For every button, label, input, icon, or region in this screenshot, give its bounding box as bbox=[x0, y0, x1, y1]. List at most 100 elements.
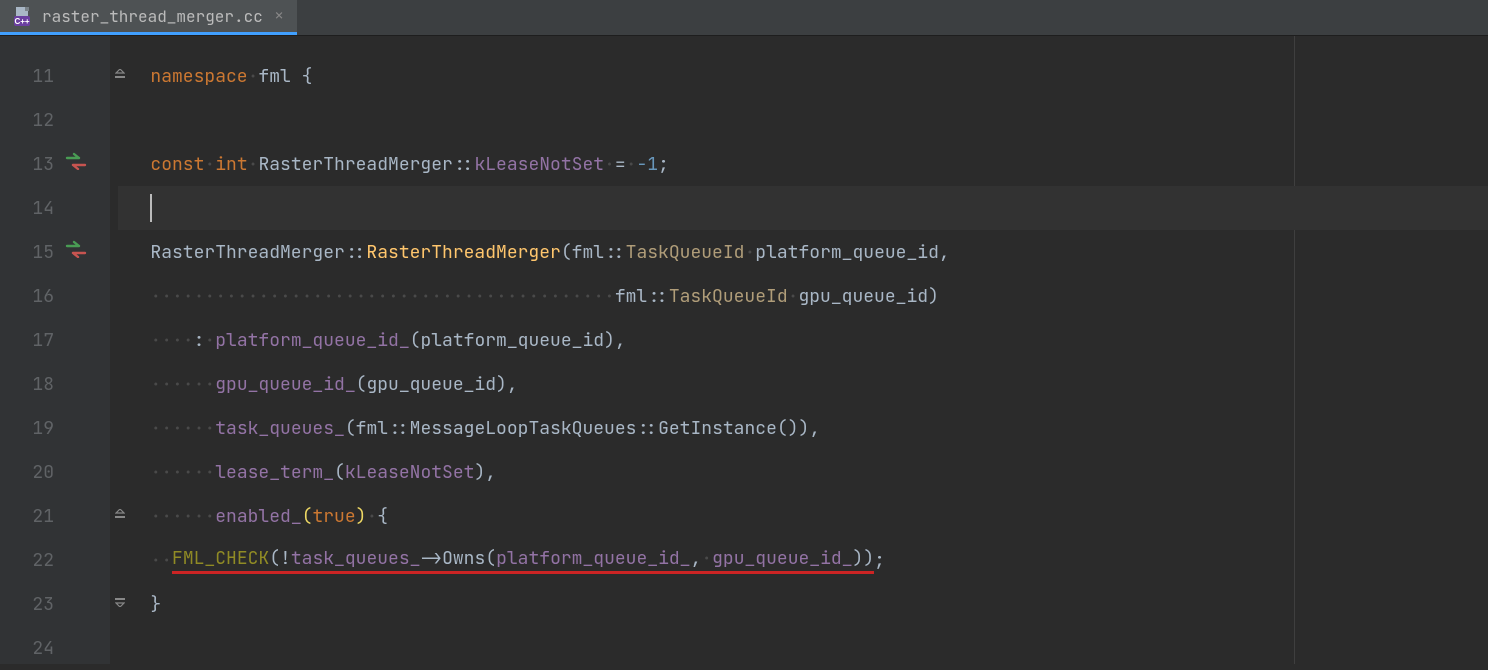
code-token: ·· bbox=[150, 549, 172, 572]
gutter-row[interactable]: 20 bbox=[0, 450, 110, 494]
code-line[interactable] bbox=[118, 98, 1488, 142]
code-token: = bbox=[615, 153, 626, 176]
editor[interactable]: 11 12 13 14 15 16 1718 19 2021 22 23 24 namespace·f… bbox=[0, 36, 1488, 664]
code-token: , bbox=[507, 373, 518, 396]
code-line[interactable]: ······lease_term_(kLeaseNotSet), bbox=[118, 450, 1488, 494]
code-token: ) bbox=[604, 329, 615, 352]
line-number: 19 bbox=[18, 417, 54, 440]
code-token: ········································… bbox=[150, 285, 614, 308]
code-token: -1 bbox=[637, 153, 659, 176]
code-token: ( bbox=[302, 505, 313, 528]
code-line[interactable]: ········································… bbox=[118, 274, 1488, 318]
code-token: · bbox=[788, 285, 799, 308]
code-line[interactable]: ······task_queues_(fml::MessageLoopTaskQ… bbox=[118, 406, 1488, 450]
code-token: ) bbox=[788, 417, 799, 440]
code-token: :: bbox=[636, 417, 658, 440]
gutter-row[interactable]: 22 bbox=[0, 538, 110, 582]
code-line[interactable]: const·int·RasterThreadMerger::kLeaseNotS… bbox=[118, 142, 1488, 186]
code-token: { bbox=[302, 65, 313, 88]
svg-text:C++: C++ bbox=[14, 17, 29, 26]
gutter-row[interactable]: 24 bbox=[0, 626, 110, 670]
code-token: gpu_queue_id bbox=[798, 285, 928, 308]
gutter-row[interactable]: 11 bbox=[0, 54, 110, 98]
gutter-row[interactable]: 16 bbox=[0, 274, 110, 318]
code-line[interactable]: ··FML_CHECK(!task_queues_->Owns(platform… bbox=[118, 538, 1488, 582]
code-token: ! bbox=[280, 547, 291, 574]
code-token: GetInstance bbox=[658, 417, 777, 440]
code-token: ) bbox=[356, 505, 367, 528]
close-icon[interactable]: ✕ bbox=[275, 7, 283, 25]
gutter-row[interactable]: 19 bbox=[0, 406, 110, 450]
code-token: platform_queue_id bbox=[420, 329, 604, 352]
code-token: platform_queue_id_ bbox=[496, 547, 690, 574]
code-token: } bbox=[150, 593, 161, 616]
code-token: · bbox=[701, 547, 712, 574]
gutter-row[interactable]: 21 bbox=[0, 494, 110, 538]
code-line[interactable] bbox=[118, 186, 1488, 230]
code-token: : bbox=[194, 329, 205, 352]
line-number: 11 bbox=[18, 65, 54, 88]
code-token: ( bbox=[485, 547, 496, 574]
code-line[interactable]: namespace·fml { bbox=[118, 54, 1488, 98]
code-token: :: bbox=[388, 417, 410, 440]
line-number: 13 bbox=[18, 153, 54, 176]
code-token: , bbox=[615, 329, 626, 352]
code-token: ) bbox=[474, 461, 485, 484]
code-token: fml bbox=[258, 65, 290, 88]
code-line[interactable]: } bbox=[118, 582, 1488, 626]
gutter-row[interactable]: 14 bbox=[0, 186, 110, 230]
code-token: const bbox=[150, 153, 204, 176]
gutter-marker-area bbox=[54, 152, 98, 176]
code-token: gpu_queue_id bbox=[366, 373, 496, 396]
text-caret bbox=[150, 194, 152, 222]
code-token: · bbox=[744, 241, 755, 264]
code-token: , bbox=[939, 241, 950, 264]
vcs-changed-icon bbox=[65, 240, 87, 264]
line-number: 14 bbox=[18, 197, 54, 220]
code-token: task_queues_ bbox=[291, 547, 421, 574]
code-token: gpu_queue_id_ bbox=[712, 547, 852, 574]
code-token: · bbox=[204, 329, 215, 352]
tab-filename: raster_thread_merger.cc bbox=[42, 6, 263, 27]
code-token: true bbox=[312, 505, 355, 528]
code-token: ( bbox=[345, 417, 356, 440]
tab-bar: C++ raster_thread_merger.cc ✕ bbox=[0, 0, 1488, 36]
code-token: , bbox=[485, 461, 496, 484]
line-number: 15 bbox=[18, 241, 54, 264]
code-token: · bbox=[248, 65, 259, 88]
code-token: :: bbox=[647, 285, 669, 308]
code-token: { bbox=[377, 505, 388, 528]
gutter-row[interactable]: 17 bbox=[0, 318, 110, 362]
code-token: · bbox=[204, 153, 215, 176]
code-token: fml bbox=[572, 241, 604, 264]
code-line[interactable]: ······enabled_(true)·{ bbox=[118, 494, 1488, 538]
gutter[interactable]: 11 12 13 14 15 16 1718 19 2021 22 23 24 bbox=[0, 36, 110, 664]
line-number: 22 bbox=[18, 549, 54, 572]
code-token: int bbox=[215, 153, 247, 176]
code-token: ······ bbox=[150, 417, 215, 440]
code-line[interactable] bbox=[118, 626, 1488, 670]
code-token: ······ bbox=[150, 373, 215, 396]
code-line[interactable]: ······gpu_queue_id_(gpu_queue_id), bbox=[118, 362, 1488, 406]
code-token: ) bbox=[799, 417, 810, 440]
code-token: TaskQueueId bbox=[669, 285, 788, 308]
fold-open-icon[interactable] bbox=[114, 69, 126, 83]
code-token: ( bbox=[777, 417, 788, 440]
gutter-row[interactable]: 12 bbox=[0, 98, 110, 142]
fold-open-icon[interactable] bbox=[114, 509, 126, 523]
code-token: · bbox=[366, 505, 377, 528]
gutter-row[interactable]: 23 bbox=[0, 582, 110, 626]
line-number: 23 bbox=[18, 593, 54, 616]
code-token: ······ bbox=[150, 505, 215, 528]
gutter-row[interactable]: 15 bbox=[0, 230, 110, 274]
line-number: 24 bbox=[18, 637, 54, 660]
code-line[interactable]: ····:·platform_queue_id_(platform_queue_… bbox=[118, 318, 1488, 362]
line-number: 16 bbox=[18, 285, 54, 308]
gutter-row[interactable]: 18 bbox=[0, 362, 110, 406]
code-token: )) bbox=[853, 547, 875, 574]
fold-close-icon[interactable] bbox=[114, 597, 126, 611]
gutter-row[interactable]: 13 bbox=[0, 142, 110, 186]
file-tab[interactable]: C++ raster_thread_merger.cc ✕ bbox=[0, 0, 297, 35]
code-line[interactable]: RasterThreadMerger::RasterThreadMerger(f… bbox=[118, 230, 1488, 274]
code-area[interactable]: namespace·fml { const·int·RasterThreadMe… bbox=[110, 36, 1488, 664]
